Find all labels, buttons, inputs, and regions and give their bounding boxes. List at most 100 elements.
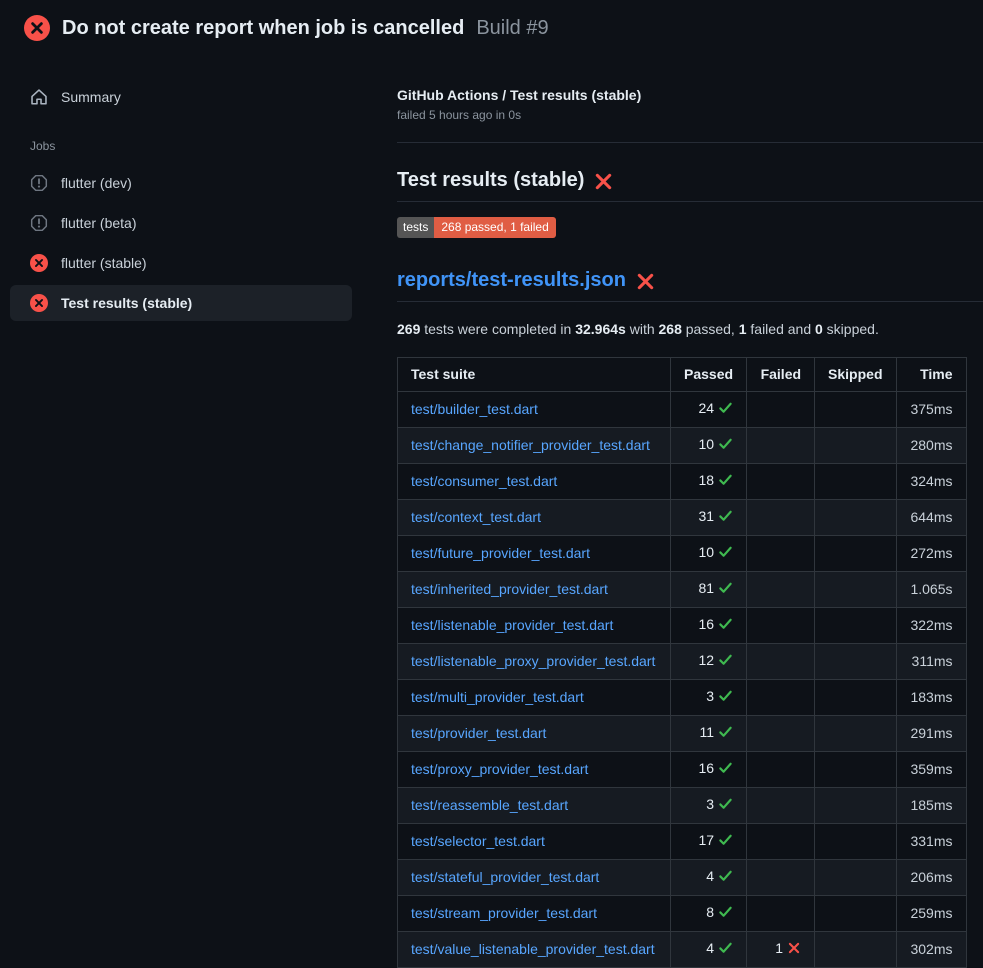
summary-number: 1 <box>739 321 747 337</box>
check-icon <box>718 760 733 780</box>
badge-label: tests <box>397 217 434 238</box>
passed-cell: 17 <box>671 824 747 860</box>
failed-cell <box>747 428 815 464</box>
test-suite-link[interactable]: test/future_provider_test.dart <box>411 545 590 561</box>
time-cell: 375ms <box>896 392 966 428</box>
sidebar-item-summary[interactable]: Summary <box>10 79 352 115</box>
report-file-link[interactable]: reports/test-results.json <box>397 269 626 292</box>
section-heading: Test results (stable) <box>397 169 983 202</box>
test-suite-link[interactable]: test/reassemble_test.dart <box>411 797 568 813</box>
passed-cell: 11 <box>671 716 747 752</box>
passed-cell: 10 <box>671 428 747 464</box>
divider <box>397 142 983 143</box>
check-icon <box>718 904 733 924</box>
passed-cell: 3 <box>671 680 747 716</box>
check-icon <box>718 436 733 456</box>
time-cell: 291ms <box>896 716 966 752</box>
test-suite-link[interactable]: test/value_listenable_provider_test.dart <box>411 941 655 957</box>
failed-cell <box>747 464 815 500</box>
passed-count: 81 <box>698 580 714 596</box>
table-row: test/builder_test.dart 24 375ms <box>398 392 967 428</box>
passed-cell: 3 <box>671 788 747 824</box>
table-row: test/listenable_proxy_provider_test.dart… <box>398 644 967 680</box>
skipped-cell <box>815 860 896 896</box>
sidebar-item-flutter-beta[interactable]: flutter (beta) <box>10 205 352 241</box>
jobs-section-heading: Jobs <box>30 139 362 153</box>
check-icon <box>718 580 733 600</box>
summary-number: 268 <box>659 321 682 337</box>
passed-cell: 81 <box>671 572 747 608</box>
skipped-cell <box>815 572 896 608</box>
failed-cell <box>747 824 815 860</box>
test-suite-link[interactable]: test/listenable_proxy_provider_test.dart <box>411 653 655 669</box>
failed-cell <box>747 860 815 896</box>
passed-cell: 16 <box>671 752 747 788</box>
failed-cell <box>747 536 815 572</box>
skipped-cell <box>815 716 896 752</box>
time-cell: 280ms <box>896 428 966 464</box>
summary-text: tests were completed in <box>420 321 575 337</box>
check-icon <box>718 796 733 816</box>
column-header-skipped: Skipped <box>815 358 896 392</box>
check-icon <box>718 400 733 420</box>
passed-count: 3 <box>706 796 714 812</box>
passed-cell: 10 <box>671 536 747 572</box>
failed-cell <box>747 896 815 932</box>
failed-cell <box>747 644 815 680</box>
failed-cell <box>747 680 815 716</box>
passed-count: 24 <box>698 400 714 416</box>
badge-value: 268 passed, 1 failed <box>434 217 555 238</box>
test-suite-link[interactable]: test/multi_provider_test.dart <box>411 689 584 705</box>
x-circle-icon <box>30 294 48 312</box>
section-title: Test results (stable) <box>397 169 584 192</box>
stop-icon <box>30 174 48 192</box>
test-suite-link[interactable]: test/proxy_provider_test.dart <box>411 761 588 777</box>
time-cell: 206ms <box>896 860 966 896</box>
page-title: Do not create report when job is cancell… <box>62 17 464 40</box>
skipped-cell <box>815 824 896 860</box>
test-suite-link[interactable]: test/inherited_provider_test.dart <box>411 581 608 597</box>
skipped-cell <box>815 644 896 680</box>
table-row: test/consumer_test.dart18324ms <box>398 464 967 500</box>
test-suite-link[interactable]: test/selector_test.dart <box>411 833 545 849</box>
test-suite-link[interactable]: test/context_test.dart <box>411 509 541 525</box>
failed-cell <box>747 788 815 824</box>
passed-cell: 16 <box>671 608 747 644</box>
sidebar-item-flutter-dev[interactable]: flutter (dev) <box>10 165 352 201</box>
time-cell: 324ms <box>896 464 966 500</box>
x-circle-icon <box>24 15 50 41</box>
passed-count: 8 <box>706 904 714 920</box>
test-suite-link[interactable]: test/consumer_test.dart <box>411 473 557 489</box>
test-suite-link[interactable]: test/change_notifier_provider_test.dart <box>411 437 650 453</box>
sidebar-item-test-results-stable[interactable]: Test results (stable) <box>10 285 352 321</box>
test-suite-link[interactable]: test/listenable_provider_test.dart <box>411 617 613 633</box>
passed-count: 4 <box>706 940 714 956</box>
test-suite-link[interactable]: test/provider_test.dart <box>411 725 546 741</box>
skipped-cell <box>815 752 896 788</box>
sidebar-item-flutter-stable[interactable]: flutter (stable) <box>10 245 352 281</box>
summary-text: passed, <box>682 321 739 337</box>
time-cell: 311ms <box>896 644 966 680</box>
home-icon <box>30 88 48 106</box>
skipped-cell <box>815 536 896 572</box>
table-row: test/multi_provider_test.dart3183ms <box>398 680 967 716</box>
x-mark-icon <box>594 172 613 191</box>
sidebar-item-label: flutter (beta) <box>61 215 136 231</box>
passed-cell: 24 <box>671 392 747 428</box>
build-number: Build #9 <box>476 17 548 40</box>
check-icon <box>718 724 733 744</box>
tests-status-badge: tests 268 passed, 1 failed <box>397 217 556 238</box>
summary-number: 269 <box>397 321 420 337</box>
time-cell: 259ms <box>896 896 966 932</box>
passed-count: 31 <box>698 508 714 524</box>
time-cell: 185ms <box>896 788 966 824</box>
passed-cell: 8 <box>671 896 747 932</box>
table-row: test/context_test.dart31644ms <box>398 500 967 536</box>
sidebar-item-label: flutter (stable) <box>61 255 147 271</box>
test-suite-link[interactable]: test/stateful_provider_test.dart <box>411 869 599 885</box>
time-cell: 1.065s <box>896 572 966 608</box>
test-suite-link[interactable]: test/stream_provider_test.dart <box>411 905 597 921</box>
test-suite-link[interactable]: test/builder_test.dart <box>411 401 538 417</box>
table-row: test/reassemble_test.dart 3 185ms <box>398 788 967 824</box>
passed-count: 17 <box>698 832 714 848</box>
